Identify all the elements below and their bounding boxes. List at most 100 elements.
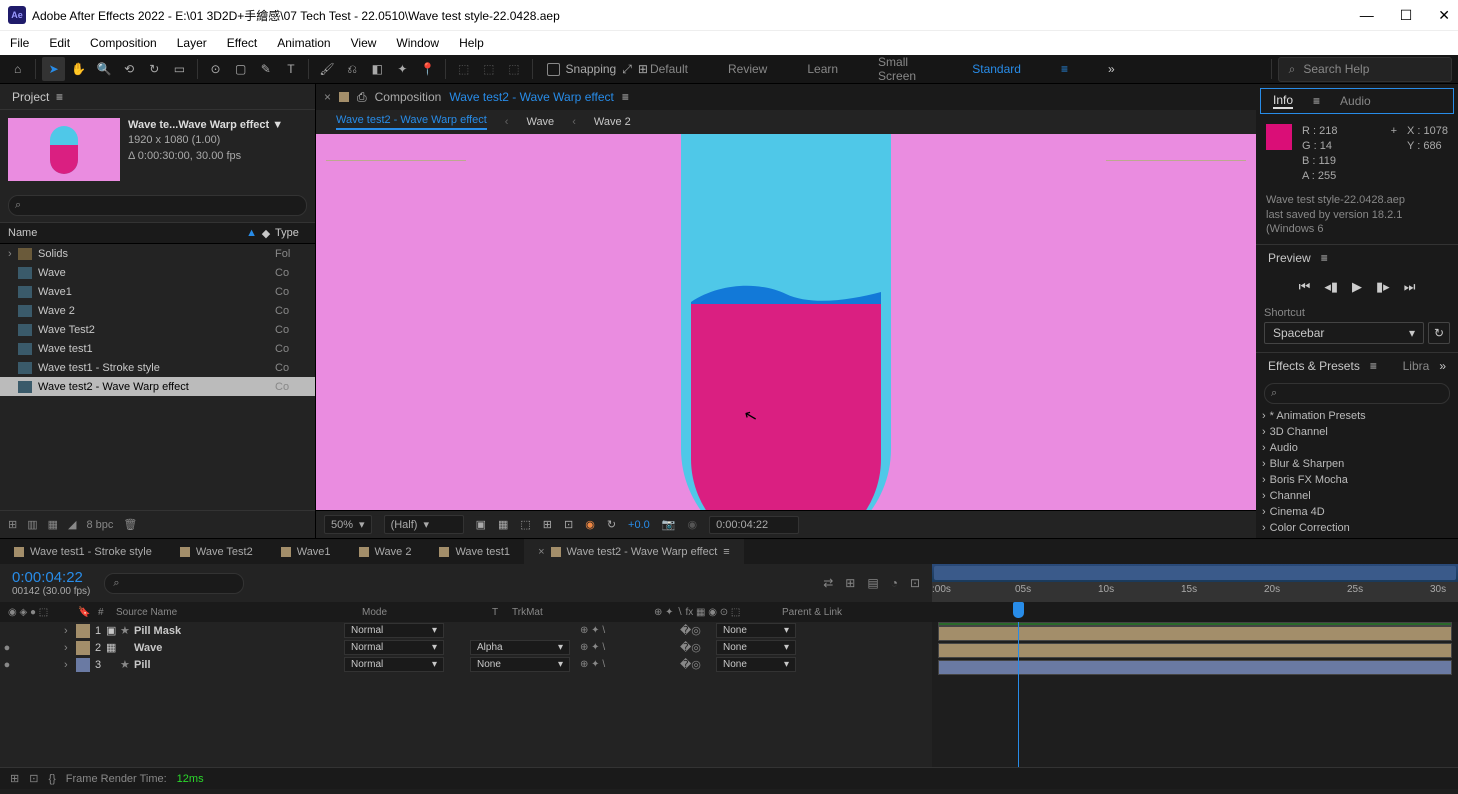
layer-row[interactable]: ● › 3 ★ Pill Normal▾ None▾ ⊕ ✦ \ �◎ None… bbox=[0, 656, 932, 673]
project-item[interactable]: ›SolidsFol bbox=[0, 244, 315, 263]
project-search[interactable]: ⌕ bbox=[8, 195, 307, 216]
toggle-grid-icon[interactable]: ⊞ bbox=[543, 518, 552, 531]
menu-animation[interactable]: Animation bbox=[277, 36, 330, 50]
breadcrumb-wave2[interactable]: Wave 2 bbox=[594, 116, 631, 128]
timeline-tab[interactable]: Wave1 bbox=[267, 539, 345, 564]
toggle-modes-icon[interactable]: ⊡ bbox=[29, 772, 38, 785]
minimize-button[interactable]: — bbox=[1360, 7, 1374, 24]
zoom-tool[interactable]: 🔍 bbox=[92, 57, 115, 81]
timeline-tab[interactable]: Wave 2 bbox=[345, 539, 426, 564]
frame-blend-icon[interactable]: ◔ bbox=[891, 576, 898, 590]
brush-tool[interactable]: 🖌 bbox=[315, 57, 338, 81]
ext3-icon[interactable]: ⬚ bbox=[502, 57, 525, 81]
effect-category[interactable]: ›3D Channel bbox=[1262, 424, 1452, 440]
hide-shy-icon[interactable]: ▤ bbox=[867, 576, 878, 590]
workspace-menu-icon[interactable]: ≡ bbox=[1061, 62, 1068, 76]
maximize-button[interactable]: ☐ bbox=[1400, 7, 1413, 24]
shape-tool[interactable]: ▢ bbox=[229, 57, 252, 81]
timeline-bars[interactable] bbox=[932, 622, 1458, 767]
menu-help[interactable]: Help bbox=[459, 36, 484, 50]
effects-menu-icon[interactable]: ≡ bbox=[1370, 359, 1377, 373]
tab-info-menu-icon[interactable]: ≡ bbox=[1313, 94, 1320, 108]
selection-tool[interactable]: ➤ bbox=[42, 57, 65, 81]
motion-blur-icon[interactable]: ⊡ bbox=[910, 576, 920, 590]
camera-tool[interactable]: ▭ bbox=[168, 57, 191, 81]
menu-layer[interactable]: Layer bbox=[177, 36, 207, 50]
effects-search[interactable]: ⌕ bbox=[1264, 383, 1450, 404]
workspace-review[interactable]: Review bbox=[728, 62, 767, 76]
effect-category[interactable]: ›Blur & Sharpen bbox=[1262, 456, 1452, 472]
layer-bar-3[interactable] bbox=[938, 660, 1452, 675]
timeline-tab[interactable]: Wave test1 bbox=[425, 539, 524, 564]
bpc-toggle[interactable]: 8 bpc bbox=[87, 519, 114, 531]
tab-info[interactable]: Info bbox=[1273, 93, 1293, 109]
menu-view[interactable]: View bbox=[351, 36, 377, 50]
reset-exposure-icon[interactable]: ↻ bbox=[607, 518, 616, 531]
toggle-mask-icon[interactable]: ⬚ bbox=[520, 518, 530, 531]
preview-header[interactable]: Preview≡ bbox=[1256, 245, 1458, 271]
exposure-value[interactable]: +0.0 bbox=[628, 519, 650, 531]
puppet-tool[interactable]: 📍 bbox=[416, 57, 439, 81]
eraser-tool[interactable]: ◧ bbox=[366, 57, 389, 81]
snapping-checkbox[interactable] bbox=[547, 63, 560, 76]
pen-tool[interactable]: ✎ bbox=[254, 57, 277, 81]
project-item[interactable]: Wave 2Co bbox=[0, 301, 315, 320]
project-tab[interactable]: Project ≡ bbox=[0, 84, 315, 110]
project-columns[interactable]: Name ▲ ◆ Type bbox=[0, 222, 315, 244]
last-frame-button[interactable]: ⏭ bbox=[1404, 279, 1416, 295]
composition-viewer[interactable]: ↖ bbox=[316, 134, 1256, 510]
effect-category[interactable]: ›Channel bbox=[1262, 488, 1452, 504]
menu-window[interactable]: Window bbox=[396, 36, 439, 50]
toggle-guides-icon[interactable]: ⊡ bbox=[564, 518, 573, 531]
hand-tool[interactable]: ✋ bbox=[67, 57, 90, 81]
workspace-overflow-icon[interactable]: » bbox=[1108, 62, 1115, 76]
draft3d-icon[interactable]: ⊞ bbox=[845, 576, 855, 590]
shortcut-reset[interactable]: ↻ bbox=[1428, 322, 1450, 344]
ext1-icon[interactable]: ⬚ bbox=[452, 57, 475, 81]
effect-category[interactable]: ›Audio bbox=[1262, 440, 1452, 456]
comp-mini-flow-icon[interactable]: ⇄ bbox=[823, 576, 833, 590]
overflow-icon[interactable]: » bbox=[1439, 359, 1446, 373]
help-search[interactable]: ⌕ Search Help bbox=[1278, 57, 1452, 82]
project-item[interactable]: Wave test1Co bbox=[0, 339, 315, 358]
layer-bar-1[interactable] bbox=[938, 626, 1452, 641]
folder-icon[interactable]: ▥ bbox=[27, 518, 37, 531]
text-tool[interactable]: T bbox=[279, 57, 302, 81]
orbit-tool[interactable]: ⟲ bbox=[118, 57, 141, 81]
tab-audio[interactable]: Audio bbox=[1340, 94, 1371, 108]
close-button[interactable]: ✕ bbox=[1438, 7, 1450, 24]
effect-category[interactable]: ›Color Correction bbox=[1262, 520, 1452, 536]
toggle1-icon[interactable]: ▣ bbox=[476, 518, 486, 531]
ext2-icon[interactable]: ⬚ bbox=[477, 57, 500, 81]
workspace-standard[interactable]: Standard bbox=[972, 62, 1021, 76]
timeline-tab[interactable]: Wave Test2 bbox=[166, 539, 267, 564]
menu-composition[interactable]: Composition bbox=[90, 36, 157, 50]
rotate-tool[interactable]: ↻ bbox=[143, 57, 166, 81]
menu-file[interactable]: File bbox=[10, 36, 29, 50]
layer-bar-2[interactable] bbox=[938, 643, 1452, 658]
project-item[interactable]: Wave test2 - Wave Warp effectCo bbox=[0, 377, 315, 396]
effect-category[interactable]: ›Boris FX Mocha bbox=[1262, 472, 1452, 488]
next-frame-button[interactable]: ▮▸ bbox=[1376, 279, 1390, 295]
tab-libraries[interactable]: Libra bbox=[1403, 359, 1430, 373]
snapshot-icon[interactable]: 📷 bbox=[662, 518, 676, 531]
show-snapshot-icon[interactable]: ◉ bbox=[687, 518, 697, 531]
effect-category[interactable]: ›Cinema 4D bbox=[1262, 504, 1452, 520]
toggle-in-out-icon[interactable]: {} bbox=[48, 773, 55, 785]
panel-menu-icon[interactable]: ≡ bbox=[56, 90, 63, 104]
tab-menu-icon[interactable]: ≡ bbox=[622, 90, 629, 104]
play-button[interactable]: ▶ bbox=[1352, 279, 1362, 295]
effects-header[interactable]: Effects & Presets≡ Libra » bbox=[1256, 353, 1458, 379]
composition-name[interactable]: Wave test2 - Wave Warp effect bbox=[449, 90, 614, 104]
project-item[interactable]: WaveCo bbox=[0, 263, 315, 282]
workspace-smallscreen[interactable]: Small Screen bbox=[878, 55, 932, 83]
layer-row[interactable]: › 1 ▣ ★ Pill Mask Normal▾ ⊕ ✦ \ �◎ None▾ bbox=[0, 622, 932, 639]
timeline-search[interactable]: ⌕ bbox=[104, 573, 244, 594]
first-frame-button[interactable]: ⏮ bbox=[1299, 279, 1311, 295]
channels-icon[interactable]: ◉ bbox=[585, 518, 595, 531]
preview-menu-icon[interactable]: ≡ bbox=[1321, 251, 1328, 265]
project-item[interactable]: Wave Test2Co bbox=[0, 320, 315, 339]
comp-icon[interactable]: ▦ bbox=[48, 518, 58, 531]
work-area-bar[interactable] bbox=[932, 564, 1458, 582]
menu-effect[interactable]: Effect bbox=[227, 36, 257, 50]
